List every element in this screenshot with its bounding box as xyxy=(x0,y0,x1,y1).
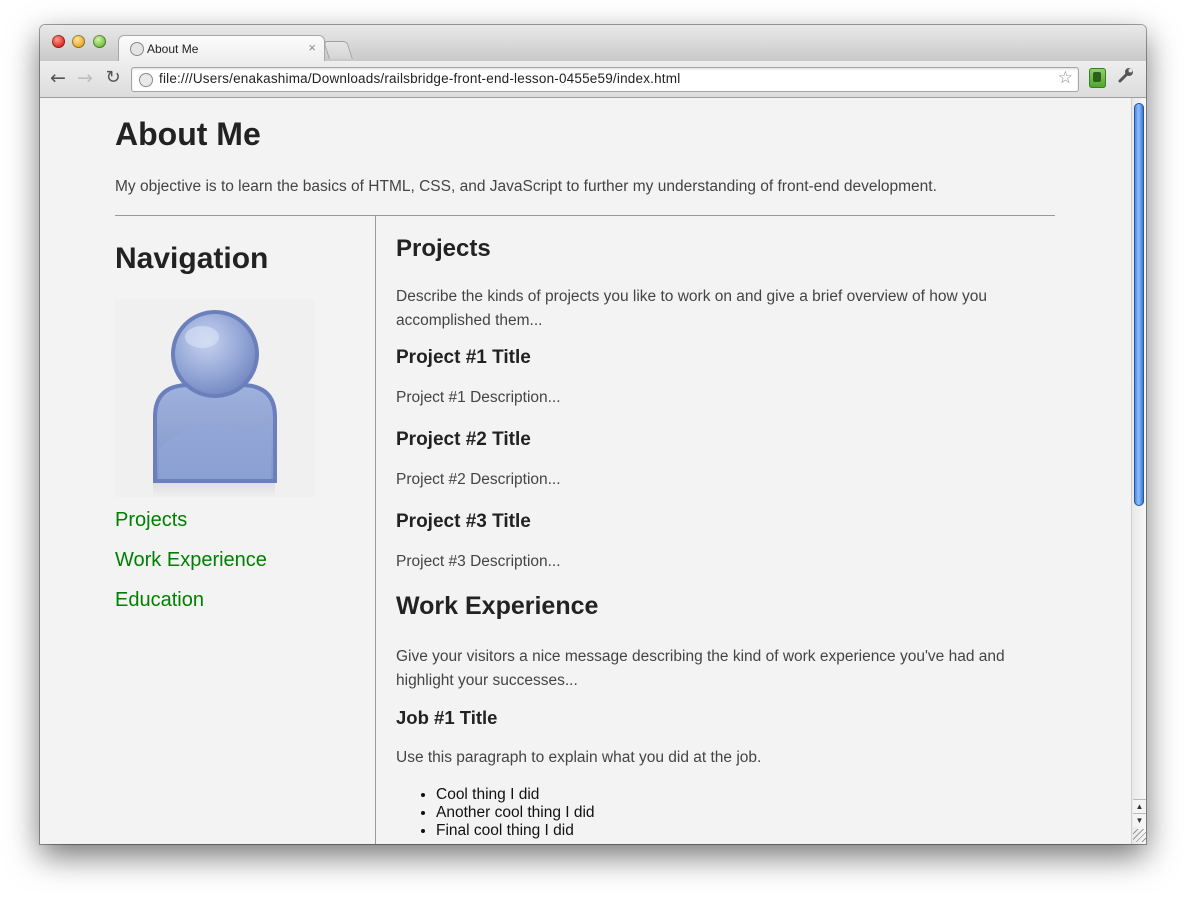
project-1-description: Project #1 Description... xyxy=(396,389,561,406)
project-3-description: Project #3 Description... xyxy=(396,553,561,570)
back-arrow-icon[interactable]: ← xyxy=(47,67,69,89)
tab-about-me[interactable]: About Me × xyxy=(118,35,325,63)
page-title: About Me xyxy=(115,116,261,152)
zoom-window-button[interactable] xyxy=(93,35,106,48)
navigation-heading: Navigation xyxy=(115,242,269,275)
project-3-title: Project #3 Title xyxy=(396,511,531,532)
evernote-extension-icon[interactable] xyxy=(1089,68,1106,88)
nav-link-education[interactable]: Education xyxy=(115,586,267,626)
project-2-description: Project #2 Description... xyxy=(396,471,561,488)
tab-close-icon[interactable]: × xyxy=(308,40,316,55)
job-1-title: Job #1 Title xyxy=(396,707,498,728)
work-experience-intro: Give your visitors a nice message descri… xyxy=(396,648,1005,689)
page-viewport: About Me My objective is to learn the ba… xyxy=(40,98,1131,844)
wrench-icon xyxy=(1118,68,1133,83)
vertical-scrollbar[interactable]: ▲ ▼ xyxy=(1131,98,1146,844)
title-bar: About Me × xyxy=(40,25,1146,63)
scrollbar-thumb[interactable] xyxy=(1134,103,1144,506)
list-item: Cool thing I did xyxy=(436,786,595,804)
tab-title: About Me xyxy=(147,42,199,56)
nav-link-work-experience[interactable]: Work Experience xyxy=(115,546,267,586)
browser-toolbar: ← → ↻ file:///Users/enakashima/Downloads… xyxy=(40,61,1146,98)
address-bar[interactable]: file:///Users/enakashima/Downloads/rails… xyxy=(131,67,1079,92)
bookmark-star-icon[interactable]: ☆ xyxy=(1058,68,1073,88)
forward-arrow-icon[interactable]: → xyxy=(74,67,96,89)
job-1-description: Use this paragraph to explain what you d… xyxy=(396,749,762,766)
objective-text: My objective is to learn the basics of H… xyxy=(115,178,937,195)
profile-avatar xyxy=(115,299,315,497)
scroll-up-icon[interactable]: ▲ xyxy=(1133,799,1146,813)
minimize-window-button[interactable] xyxy=(72,35,85,48)
work-experience-heading: Work Experience xyxy=(396,592,599,620)
globe-icon xyxy=(130,42,144,56)
user-avatar-icon xyxy=(153,310,277,497)
nav-links: Projects Work Experience Education xyxy=(115,506,267,626)
project-2-title: Project #2 Title xyxy=(396,429,531,450)
resize-grip-icon[interactable] xyxy=(1133,829,1146,842)
scroll-down-icon[interactable]: ▼ xyxy=(1133,813,1146,827)
projects-heading: Projects xyxy=(396,235,491,262)
wrench-menu-icon[interactable] xyxy=(1117,66,1135,89)
new-tab-button[interactable] xyxy=(323,41,353,59)
nav-link-projects[interactable]: Projects xyxy=(115,506,267,546)
navigation-sidebar: Navigation Projects Work Experience Educ… xyxy=(115,216,376,844)
address-url[interactable]: file:///Users/enakashima/Downloads/rails… xyxy=(159,71,680,86)
reload-icon[interactable]: ↻ xyxy=(102,67,124,89)
list-item: Another cool thing I did xyxy=(436,804,595,822)
projects-intro: Describe the kinds of projects you like … xyxy=(396,288,988,329)
browser-window: About Me × ← → ↻ file:///Users/enakashim… xyxy=(40,25,1146,844)
project-1-title: Project #1 Title xyxy=(396,347,531,368)
close-window-button[interactable] xyxy=(52,35,65,48)
job-1-bullet-list: Cool thing I did Another cool thing I di… xyxy=(396,786,595,840)
list-item: Final cool thing I did xyxy=(436,822,595,840)
page-globe-icon xyxy=(139,73,153,87)
